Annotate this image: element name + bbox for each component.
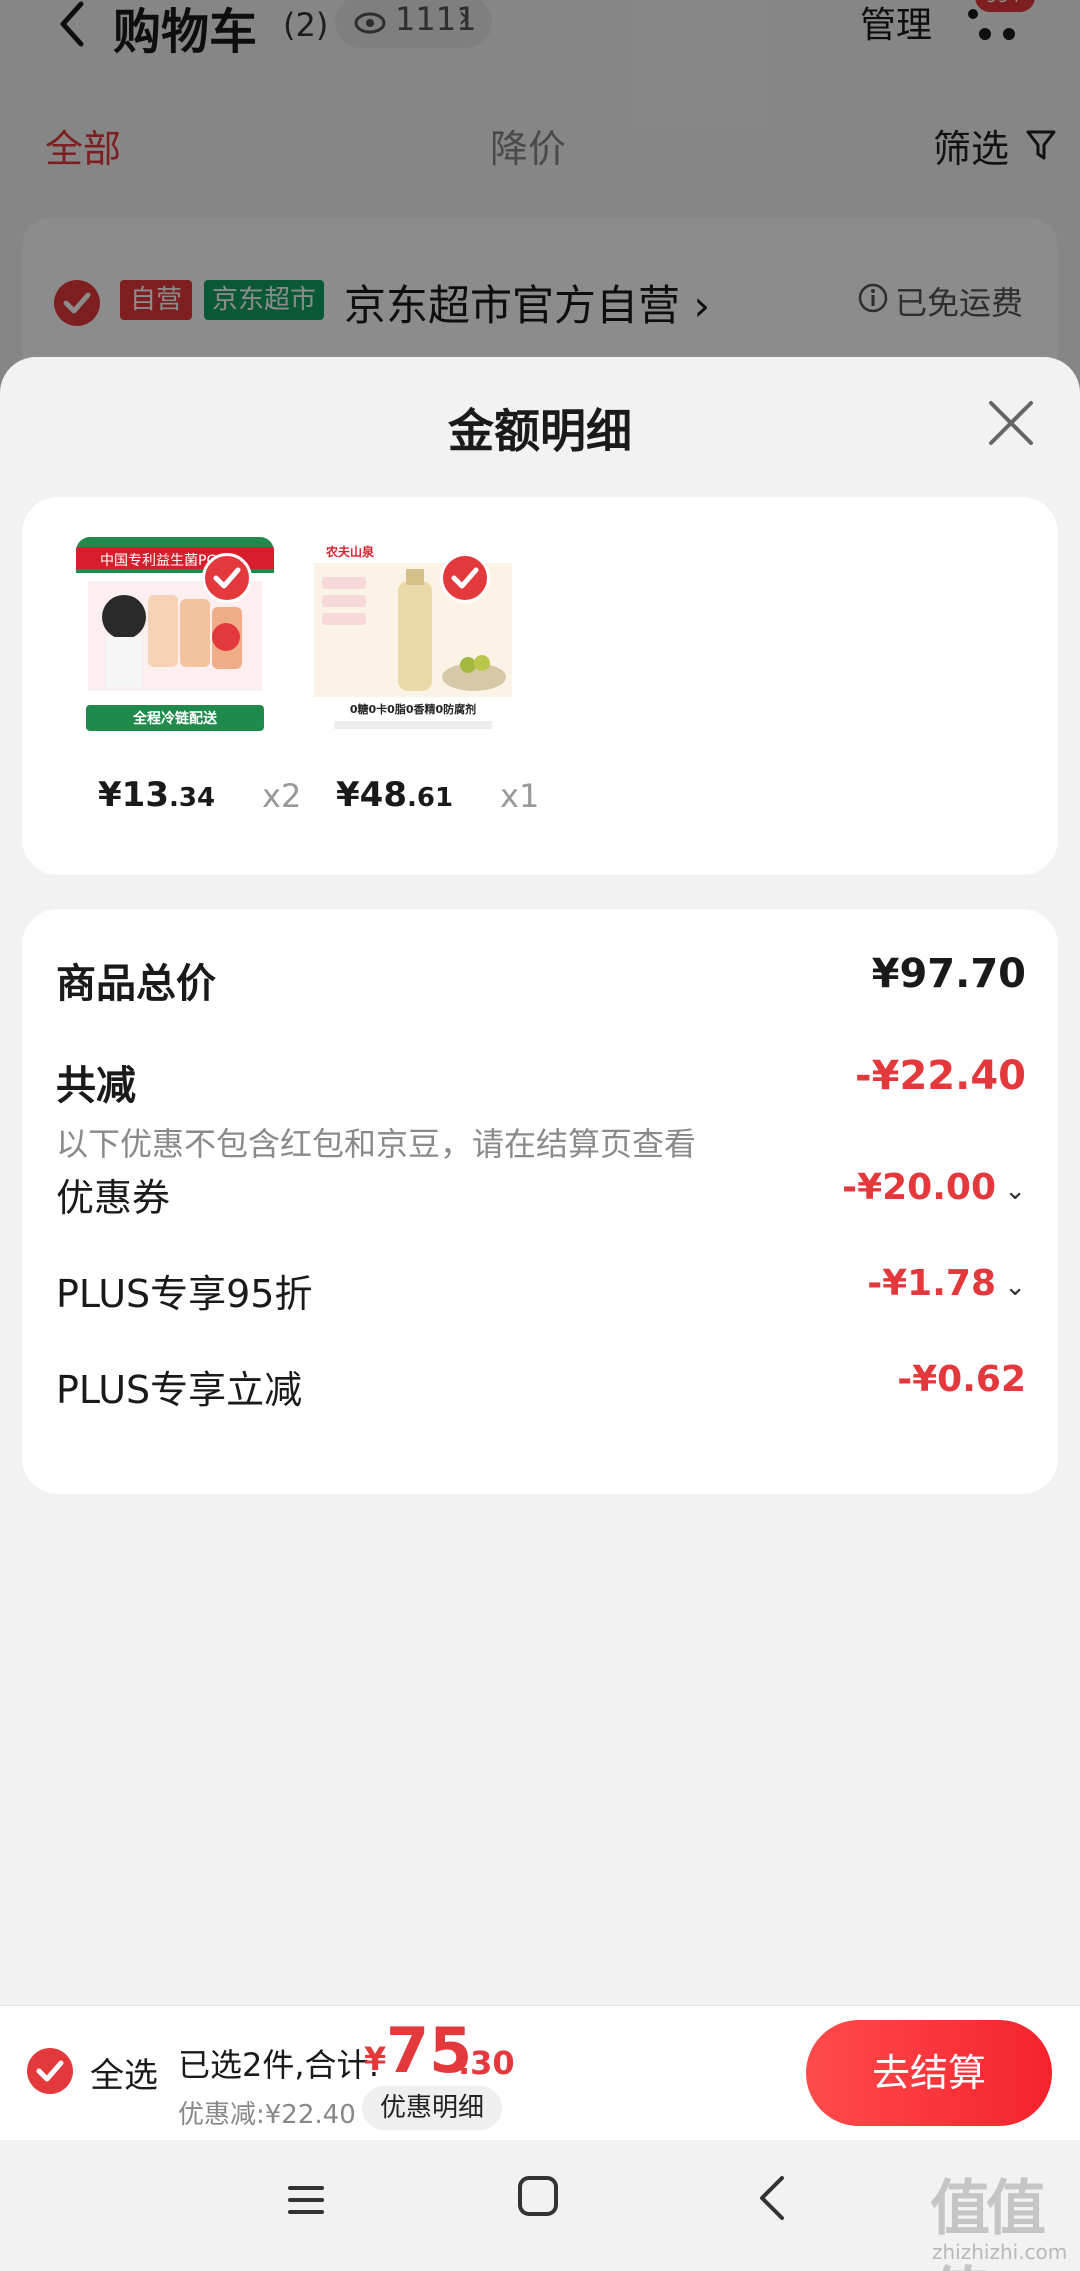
item-tea[interactable]: 农夫山泉 0糖0卡0脂0香精0防腐剂 ¥48.61 x1 bbox=[282, 537, 539, 815]
chevron-down-icon: ⌄ bbox=[1004, 1176, 1026, 1206]
plus-discount-label[interactable]: PLUS专享95折 bbox=[56, 1263, 312, 1318]
recent-apps-icon[interactable] bbox=[282, 2176, 330, 2224]
select-all-check-icon[interactable] bbox=[27, 2048, 73, 2094]
discount-summary: 优惠减:¥22.40 bbox=[178, 2100, 356, 2130]
product-banner-yogurt: 全程冷链配送 bbox=[132, 710, 218, 727]
sum-decimal: .30 bbox=[458, 2044, 515, 2082]
plus-reduction-value: -¥0.62 bbox=[897, 1359, 1026, 1400]
discount-detail-button[interactable]: 优惠明细 bbox=[362, 2086, 503, 2130]
nav-back-icon[interactable] bbox=[752, 2170, 792, 2226]
product-label-tea: 农夫山泉 bbox=[325, 544, 375, 559]
chevron-down-icon: ⌄ bbox=[1004, 1272, 1026, 1302]
sheet-title: 金额明细 bbox=[448, 404, 632, 458]
total-reduction-label: 共减 bbox=[56, 1063, 136, 1109]
select-all-label[interactable]: 全选 bbox=[90, 2048, 158, 2097]
system-nav-bar: 值值值 zhizhizhi.com bbox=[0, 2140, 1080, 2271]
check-icon[interactable] bbox=[202, 553, 252, 603]
total-price-label: 商品总价 bbox=[56, 961, 216, 1007]
close-icon[interactable] bbox=[985, 397, 1037, 449]
coupon-label[interactable]: 优惠券 bbox=[56, 1167, 170, 1222]
coupon-value[interactable]: -¥20.00 ⌄ bbox=[842, 1167, 1026, 1208]
watermark-url: zhizhizhi.com bbox=[932, 2240, 1068, 2264]
checkout-bar: 全选 已选2件,合计: ¥ 75 .30 优惠减:¥22.40 优惠明细 去结算 bbox=[0, 2005, 1080, 2140]
item-yogurt[interactable]: 中国专利益生菌PC 全程冷链配送 ¥13.34 x2 bbox=[44, 537, 301, 815]
discount-note: 以下优惠不包含红包和京豆，请在结算页查看 bbox=[56, 1125, 697, 1163]
total-reduction-value: -¥22.40 bbox=[855, 1053, 1026, 1099]
checkout-button[interactable]: 去结算 bbox=[806, 2020, 1052, 2126]
plus-discount-value[interactable]: -¥1.78 ⌄ bbox=[867, 1263, 1026, 1304]
plus-reduction-label: PLUS专享立减 bbox=[56, 1368, 303, 1412]
total-price-value: ¥97.70 bbox=[871, 951, 1026, 997]
item-price: ¥13.34 bbox=[98, 775, 216, 815]
selected-summary: 已选2件,合计: bbox=[178, 2046, 380, 2084]
price-detail-card: 商品总价 ¥97.70 共减 -¥22.40 以下优惠不包含红包和京豆，请在结算… bbox=[22, 909, 1058, 1494]
sum-currency: ¥ bbox=[364, 2040, 387, 2078]
product-label-yogurt: 中国专利益生菌PC bbox=[100, 553, 216, 569]
product-banner-tea: 0糖0卡0脂0香精0防腐剂 bbox=[350, 702, 476, 716]
amount-detail-sheet: 金额明细 中国专利益生菌PC 全程冷链配送 ¥13.34 x2 农夫山泉 0糖0… bbox=[0, 357, 1080, 2007]
home-icon[interactable] bbox=[514, 2172, 562, 2220]
items-card: 中国专利益生菌PC 全程冷链配送 ¥13.34 x2 农夫山泉 0糖0卡0脂0香… bbox=[22, 497, 1058, 875]
item-quantity: x1 bbox=[500, 777, 540, 815]
check-icon[interactable] bbox=[440, 553, 490, 603]
item-price: ¥48.61 bbox=[336, 775, 454, 815]
